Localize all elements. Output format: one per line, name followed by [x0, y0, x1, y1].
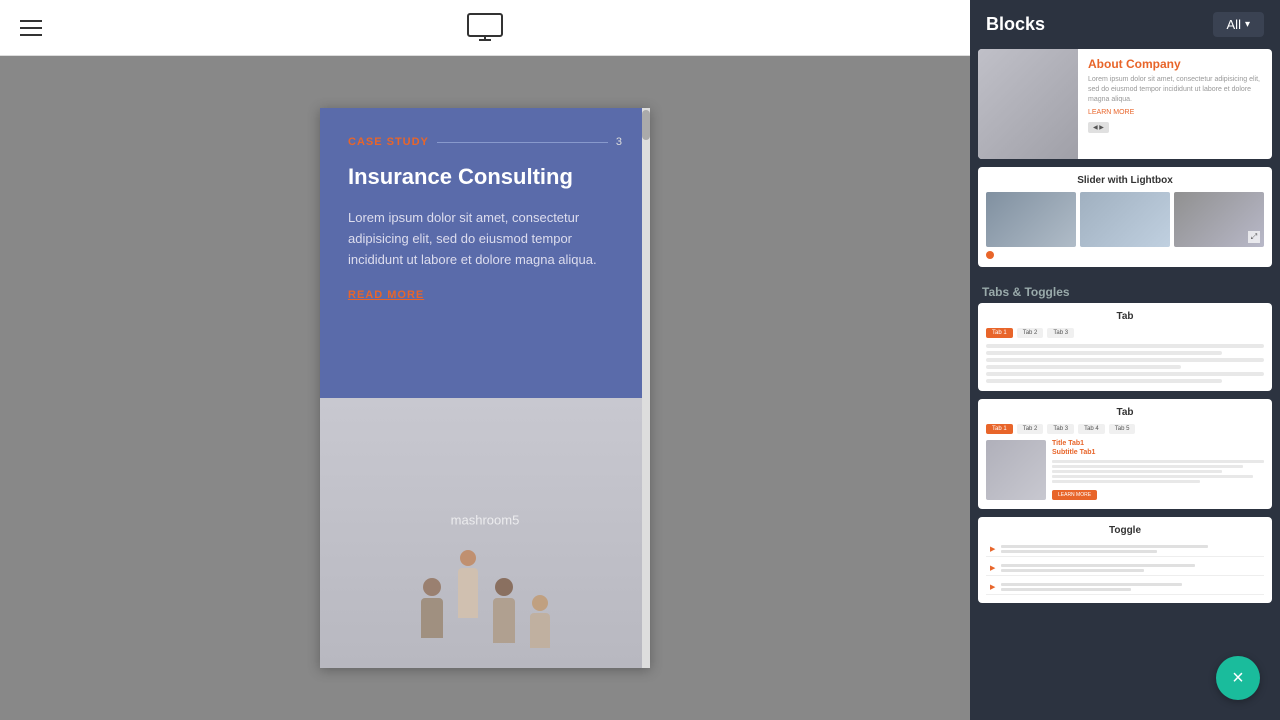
tab-block-2[interactable]: Tab Tab 1 Tab 2 Tab 3 Tab 4 Tab 5 Title … — [978, 399, 1272, 509]
toggle-card-title: Toggle — [986, 525, 1264, 536]
room-label: mashroom5 — [451, 512, 520, 527]
tab2-line — [1052, 460, 1264, 463]
person-1 — [421, 578, 443, 638]
about-company-title: About Company — [1088, 57, 1262, 71]
canvas-area: CASE STUDY 3 Insurance Consulting Lorem … — [0, 56, 970, 720]
toggle-arrow-2: ▶ — [990, 564, 995, 572]
tab2-line — [1052, 475, 1253, 478]
tabs-toggles-label: Tabs & Toggles — [978, 275, 1272, 303]
person-2 — [458, 550, 478, 618]
tab2-lines — [1052, 460, 1264, 483]
toggle-rows: ▶ ▶ ▶ — [986, 542, 1264, 595]
case-study-label: CASE STUDY — [348, 136, 429, 148]
tab2-cta-btn[interactable]: LEARN MORE — [1052, 490, 1097, 500]
tab-2-item-4[interactable]: Tab 4 — [1078, 424, 1105, 434]
case-study-number: 3 — [616, 136, 622, 148]
top-bar — [0, 0, 970, 56]
toggle-line — [1001, 545, 1208, 548]
tab-2-item-5[interactable]: Tab 5 — [1109, 424, 1136, 434]
tab-1-item-2[interactable]: Tab 2 — [1017, 328, 1044, 338]
tab-block-2-title: Tab — [986, 407, 1264, 418]
tab-2-item-3[interactable]: Tab 3 — [1047, 424, 1074, 434]
case-study-divider — [437, 142, 608, 143]
slider-img-1 — [986, 192, 1076, 247]
tab2-line — [1052, 470, 1222, 473]
blocks-scroll-area[interactable]: About Company Lorem ipsum dolor sit amet… — [970, 49, 1280, 720]
tab-2-item-2[interactable]: Tab 2 — [1017, 424, 1044, 434]
toggle-line — [1001, 588, 1130, 591]
toggle-line — [1001, 564, 1195, 567]
tab-bar-1: Tab 1 Tab 2 Tab 3 — [986, 328, 1264, 338]
about-company-content: About Company Lorem ipsum dolor sit amet… — [1078, 49, 1272, 159]
tab-bar-2: Tab 1 Tab 2 Tab 3 Tab 4 Tab 5 — [986, 424, 1264, 434]
tab2-item-subtitle: Subtitle Tab1 — [1052, 449, 1264, 456]
case-study-image: mashroom5 — [320, 398, 650, 668]
slider-img-2 — [1080, 192, 1170, 247]
tab-block-1-title: Tab — [986, 311, 1264, 322]
preview-card: CASE STUDY 3 Insurance Consulting Lorem … — [320, 108, 650, 668]
toggle-row-1[interactable]: ▶ — [986, 542, 1264, 557]
mini-btn-1[interactable]: ◀ ▶ — [1088, 122, 1109, 133]
about-company-link: LEARN MORE — [1088, 109, 1262, 116]
slider-lightbox-block[interactable]: Slider with Lightbox ⤢ — [978, 167, 1272, 267]
about-company-controls: ◀ ▶ — [1088, 122, 1262, 133]
tab2-line — [1052, 480, 1200, 483]
preview-scrollbar[interactable] — [642, 108, 650, 668]
hamburger-icon[interactable] — [20, 20, 42, 36]
right-panel: Blocks All About Company Lorem ipsum dol… — [970, 0, 1280, 720]
tab-line — [986, 379, 1222, 383]
toggle-line — [1001, 569, 1143, 572]
toggle-arrow-1: ▶ — [990, 545, 995, 553]
slider-dot — [986, 251, 994, 259]
image-placeholder: mashroom5 — [320, 398, 650, 668]
blocks-title: Blocks — [986, 14, 1045, 35]
tab-line — [986, 351, 1222, 355]
tab-line — [986, 344, 1264, 348]
toggle-text-1 — [1001, 545, 1260, 553]
case-study-title: Insurance Consulting — [348, 164, 622, 190]
toggle-line — [1001, 583, 1182, 586]
about-company-image — [978, 49, 1078, 159]
toggle-row-2[interactable]: ▶ — [986, 561, 1264, 576]
expand-icon: ⤢ — [1248, 231, 1260, 243]
slider-lightbox-title: Slider with Lightbox — [986, 175, 1264, 186]
case-study-body: Lorem ipsum dolor sit amet, consectetur … — [348, 208, 622, 270]
about-company-block[interactable]: About Company Lorem ipsum dolor sit amet… — [978, 49, 1272, 159]
toggle-line — [1001, 550, 1156, 553]
close-panel-button[interactable]: × — [1216, 656, 1260, 700]
slider-images-row: ⤢ — [986, 192, 1264, 247]
toggle-row-3[interactable]: ▶ — [986, 580, 1264, 595]
tab-line — [986, 365, 1181, 369]
tab2-item-title: Title Tab1 — [1052, 440, 1264, 447]
slider-img-3: ⤢ — [1174, 192, 1264, 247]
main-area: CASE STUDY 3 Insurance Consulting Lorem … — [0, 0, 970, 720]
toggle-text-2 — [1001, 564, 1260, 572]
tab-1-item-3[interactable]: Tab 3 — [1047, 328, 1074, 338]
tab2-body: Title Tab1 Subtitle Tab1 LEARN MORE — [986, 440, 1264, 501]
read-more-link[interactable]: READ MORE — [348, 289, 622, 301]
tab-1-item-1[interactable]: Tab 1 — [986, 328, 1013, 338]
tab-block-1[interactable]: Tab Tab 1 Tab 2 Tab 3 — [978, 303, 1272, 391]
person-3 — [493, 578, 515, 643]
case-study-label-row: CASE STUDY 3 — [348, 136, 622, 148]
all-filter-button[interactable]: All — [1213, 12, 1264, 37]
toggle-block[interactable]: Toggle ▶ ▶ ▶ — [978, 517, 1272, 603]
monitor-icon — [467, 13, 503, 43]
tab2-line — [1052, 465, 1243, 468]
tab2-content: Title Tab1 Subtitle Tab1 LEARN MORE — [1052, 440, 1264, 501]
person-4 — [530, 595, 550, 648]
case-study-section: CASE STUDY 3 Insurance Consulting Lorem … — [320, 108, 650, 398]
blocks-header: Blocks All — [970, 0, 1280, 49]
toggle-arrow-3: ▶ — [990, 583, 995, 591]
toggle-text-3 — [1001, 583, 1260, 591]
tab-1-content — [986, 344, 1264, 383]
about-company-text: Lorem ipsum dolor sit amet, consectetur … — [1088, 75, 1262, 104]
tab-line — [986, 372, 1264, 376]
tab-2-item-1[interactable]: Tab 1 — [986, 424, 1013, 434]
tab-line — [986, 358, 1264, 362]
tab2-image — [986, 440, 1046, 500]
